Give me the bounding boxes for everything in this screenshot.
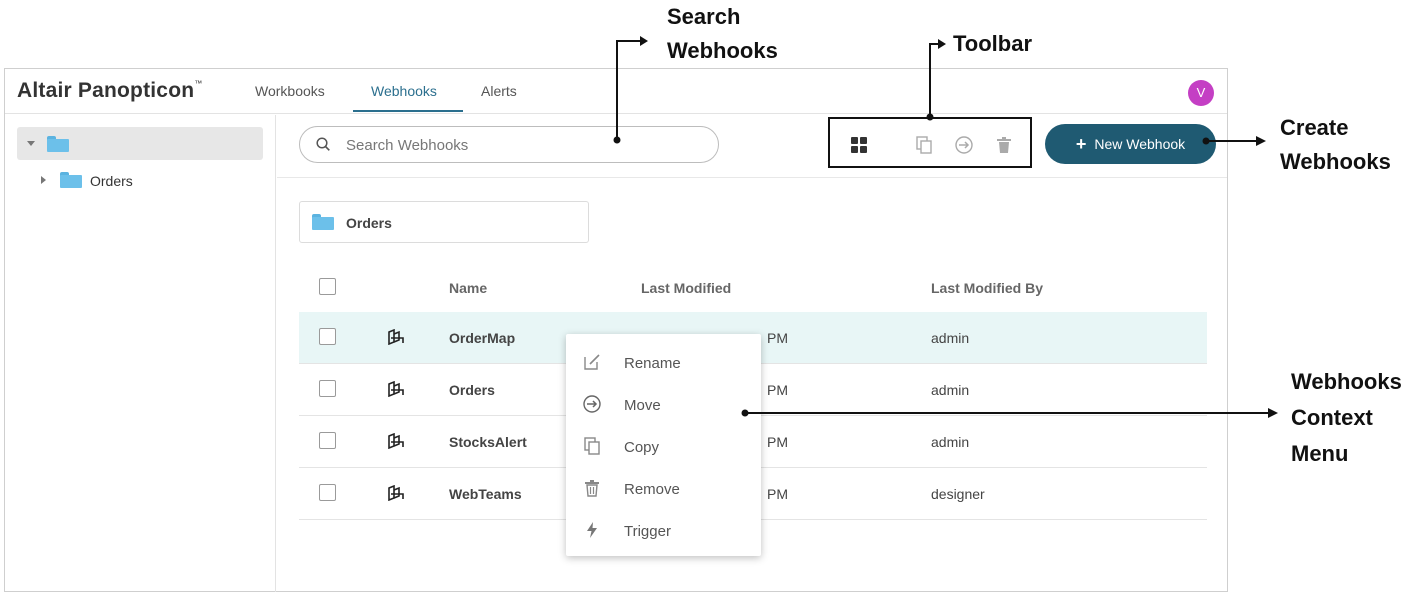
search-box[interactable] bbox=[299, 126, 719, 163]
row-checkbox[interactable] bbox=[319, 432, 336, 449]
context-menu-item-move[interactable]: Move bbox=[566, 382, 761, 424]
webhook-context-menu: Rename Move Copy Remove Trigger bbox=[566, 334, 761, 556]
brand-name: Altair Panopticon bbox=[17, 79, 195, 102]
row-checkbox[interactable] bbox=[319, 484, 336, 501]
breadcrumb-label: Orders bbox=[346, 215, 392, 231]
tab-webhooks[interactable]: Webhooks bbox=[371, 83, 437, 99]
row-name[interactable]: OrderMap bbox=[449, 330, 515, 346]
breadcrumb[interactable]: Orders bbox=[299, 201, 589, 243]
row-last-modified-by: designer bbox=[931, 486, 985, 502]
row-last-modified-by: admin bbox=[931, 382, 970, 398]
search-icon bbox=[316, 137, 330, 151]
annotation-line: Search bbox=[667, 4, 741, 29]
move-icon bbox=[583, 395, 601, 413]
annotation-line: Menu bbox=[1291, 441, 1349, 466]
annotation-search-webhooks: Search Webhooks bbox=[667, 0, 778, 68]
annotation-line: Webhooks bbox=[1280, 149, 1391, 174]
annotation-line: Create bbox=[1280, 115, 1349, 140]
expand-caret-icon[interactable] bbox=[27, 141, 35, 146]
toolbar-highlight-box bbox=[828, 117, 1032, 168]
copy-icon bbox=[584, 437, 600, 455]
annotation-toolbar: Toolbar bbox=[953, 31, 1033, 56]
search-input[interactable] bbox=[346, 135, 706, 155]
table-header: Name Last Modified Last Modified By bbox=[299, 262, 1207, 312]
column-header-last-modified[interactable]: Last Modified bbox=[641, 280, 731, 296]
annotation-context-menu: Webhooks Context Menu bbox=[1291, 364, 1402, 472]
column-header-name[interactable]: Name bbox=[449, 280, 487, 296]
context-menu-label: Move bbox=[624, 397, 661, 414]
active-tab-indicator bbox=[353, 110, 463, 112]
row-checkbox[interactable] bbox=[319, 380, 336, 397]
webhook-icon bbox=[388, 433, 404, 449]
plus-icon: + bbox=[1075, 134, 1087, 154]
toolbar-row: + New Webhook bbox=[277, 115, 1227, 178]
context-menu-label: Copy bbox=[624, 439, 660, 456]
row-last-modified: PM bbox=[767, 434, 788, 450]
column-header-last-modified-by[interactable]: Last Modified By bbox=[931, 280, 1043, 296]
rename-icon bbox=[584, 354, 600, 370]
row-last-modified: PM bbox=[767, 486, 788, 502]
row-name[interactable]: Orders bbox=[449, 382, 495, 398]
folder-tree-sidebar: Orders bbox=[5, 115, 276, 592]
folder-icon bbox=[312, 214, 334, 230]
row-name[interactable]: WebTeams bbox=[449, 486, 522, 502]
annotation-line: Webhooks bbox=[1291, 369, 1402, 394]
context-menu-item-rename[interactable]: Rename bbox=[566, 340, 761, 382]
user-avatar[interactable]: V bbox=[1188, 80, 1214, 106]
collapse-caret-icon[interactable] bbox=[41, 176, 46, 184]
tab-workbooks[interactable]: Workbooks bbox=[255, 83, 325, 99]
row-last-modified: PM bbox=[767, 330, 788, 346]
row-checkbox[interactable] bbox=[319, 328, 336, 345]
lightning-icon bbox=[587, 522, 597, 538]
annotation-line: Context bbox=[1291, 405, 1373, 430]
folder-icon bbox=[60, 172, 82, 188]
context-menu-item-remove[interactable]: Remove bbox=[566, 466, 761, 508]
webhook-icon bbox=[388, 329, 404, 345]
annotation-line: Webhooks bbox=[667, 38, 778, 63]
tree-item-orders[interactable]: Orders bbox=[90, 173, 133, 189]
new-webhook-button[interactable]: + New Webhook bbox=[1045, 124, 1216, 164]
annotation-create-webhooks: Create Webhooks bbox=[1280, 111, 1391, 179]
context-menu-item-trigger[interactable]: Trigger bbox=[566, 508, 761, 550]
row-last-modified-by: admin bbox=[931, 434, 970, 450]
tree-root-folder[interactable] bbox=[17, 127, 263, 160]
context-menu-label: Rename bbox=[624, 355, 681, 372]
top-bar: Altair Panopticon™ Workbooks Webhooks Al… bbox=[5, 69, 1227, 114]
row-last-modified: PM bbox=[767, 382, 788, 398]
folder-icon bbox=[47, 136, 69, 152]
new-webhook-label: New Webhook bbox=[1094, 136, 1186, 152]
tab-alerts[interactable]: Alerts bbox=[481, 83, 517, 99]
context-menu-label: Trigger bbox=[624, 523, 671, 540]
brand-logo: Altair Panopticon™ bbox=[17, 79, 203, 102]
row-name[interactable]: StocksAlert bbox=[449, 434, 527, 450]
trash-icon bbox=[585, 480, 599, 497]
context-menu-item-copy[interactable]: Copy bbox=[566, 424, 761, 466]
webhook-icon bbox=[388, 381, 404, 397]
row-last-modified-by: admin bbox=[931, 330, 970, 346]
context-menu-label: Remove bbox=[624, 481, 680, 498]
select-all-checkbox[interactable] bbox=[319, 278, 336, 295]
webhook-icon bbox=[388, 485, 404, 501]
